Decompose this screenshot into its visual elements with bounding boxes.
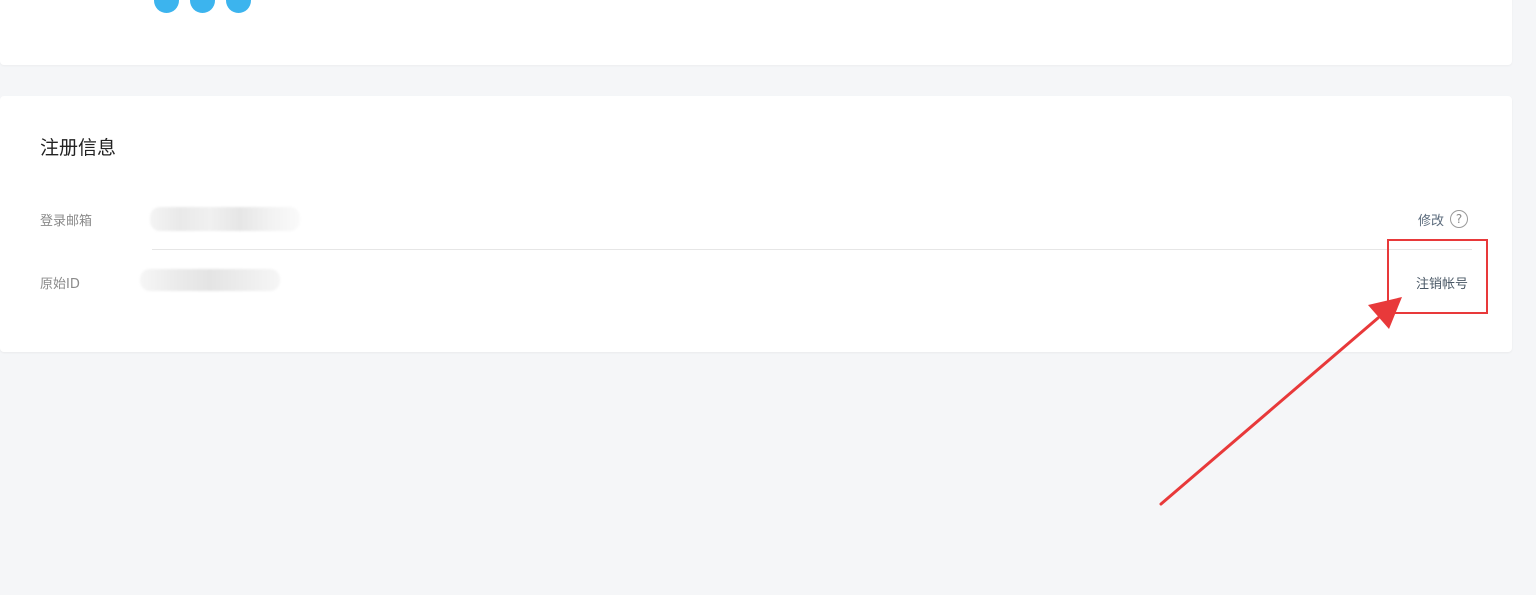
- modify-email-link[interactable]: 修改: [1418, 210, 1444, 229]
- social-circle-icon[interactable]: [154, 0, 179, 13]
- original-id-label: 原始ID: [40, 277, 80, 292]
- row-divider: [152, 249, 1472, 250]
- section-title: 注册信息: [40, 137, 117, 159]
- login-email-value-redacted: [150, 207, 300, 231]
- registration-info-card: 注册信息 登录邮箱 修改 ? 原始ID 注销帐号: [0, 96, 1512, 352]
- cancel-account-link[interactable]: 注销帐号: [1416, 273, 1468, 292]
- help-icon[interactable]: ?: [1450, 210, 1468, 228]
- login-email-label: 登录邮箱: [40, 214, 93, 229]
- social-icons: [154, 0, 251, 13]
- original-id-value-redacted: [140, 269, 280, 291]
- page: 注册信息 登录邮箱 修改 ? 原始ID 注销帐号: [0, 0, 1536, 595]
- social-circle-icon[interactable]: [190, 0, 215, 13]
- social-circle-icon[interactable]: [226, 0, 251, 13]
